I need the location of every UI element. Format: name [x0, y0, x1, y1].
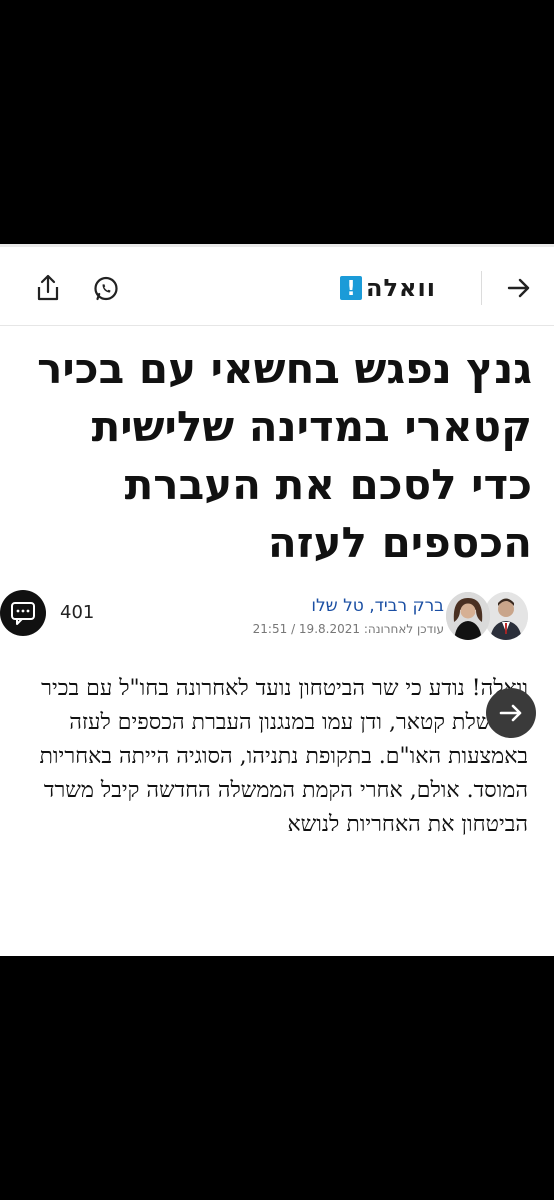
comments-button[interactable]: [0, 590, 46, 636]
next-article-button[interactable]: [486, 688, 536, 738]
app-header: ! וואלה: [0, 247, 554, 326]
author-names[interactable]: ברק רביד, טל שלו: [311, 596, 444, 616]
logo-badge: !: [340, 276, 362, 300]
avatar[interactable]: [484, 592, 528, 640]
comments-count[interactable]: 401: [60, 602, 94, 623]
header-divider: [481, 271, 482, 305]
walla-logo[interactable]: ! וואלה: [340, 273, 436, 303]
avatar[interactable]: [446, 592, 490, 640]
article-page: ! וואלה גנץ נפגש בחשאי עם בכיר קטארי במד…: [0, 244, 554, 956]
comment-icon: [11, 602, 35, 625]
arrow-right-icon[interactable]: [506, 275, 532, 301]
share-icon[interactable]: [34, 273, 62, 303]
arrow-right-icon: [499, 704, 522, 722]
updated-timestamp: עודכן לאחרונה: 19.8.2021 / 21:51: [252, 622, 444, 636]
article-body: וואלה! נודע כי שר הביטחון נועד לאחרונה ב…: [39, 676, 528, 837]
logo-text: וואלה: [366, 274, 436, 302]
whatsapp-icon[interactable]: [92, 275, 120, 303]
author-avatars[interactable]: [444, 592, 528, 648]
article-title: גנץ נפגש בחשאי עם בכיר קטארי במדינה שליש…: [37, 344, 532, 567]
